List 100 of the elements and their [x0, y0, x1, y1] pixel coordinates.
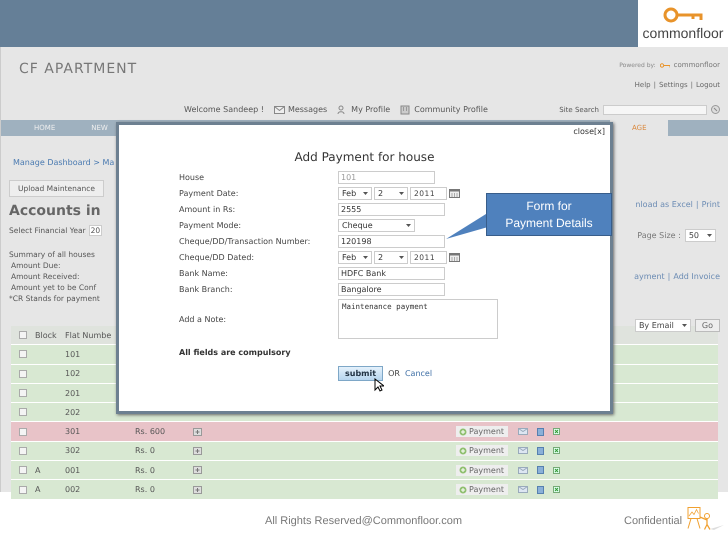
caret-icon	[399, 256, 404, 259]
dialog-title: Add Payment for house	[294, 150, 434, 164]
document-icon[interactable]	[537, 446, 544, 455]
field-label: Payment Mode:	[179, 221, 242, 230]
payment-button[interactable]: Payment	[456, 464, 508, 476]
document-icon[interactable]	[537, 466, 544, 474]
plus-box-icon[interactable]	[193, 466, 202, 474]
spreadsheet-icon[interactable]	[553, 428, 560, 436]
cancel-link[interactable]: Cancel	[404, 369, 432, 378]
logo-text: commonfloor	[642, 25, 724, 41]
envelope-icon[interactable]	[518, 486, 528, 494]
close-link[interactable]: close[x]	[573, 127, 605, 136]
go-button[interactable]: Go	[694, 319, 720, 332]
checkbox[interactable]	[19, 446, 27, 455]
copyright-text: All Rights Reserved@Commonfloor.com	[265, 515, 462, 527]
day-select[interactable]: 2	[374, 187, 408, 200]
checkbox[interactable]	[19, 370, 27, 378]
input-field[interactable]: 120198	[338, 235, 445, 248]
checkbox[interactable]	[19, 331, 27, 340]
field-label: Amount in Rs:	[179, 205, 236, 214]
submit-button[interactable]: submit	[338, 366, 384, 381]
plus-circle-icon	[459, 446, 467, 455]
caret-icon	[406, 224, 411, 227]
plus-box-icon[interactable]	[193, 446, 202, 455]
table-cell: Rs. 0	[135, 466, 155, 475]
spreadsheet-icon[interactable]	[553, 486, 560, 494]
page-size-select[interactable]: 50	[684, 229, 716, 242]
required-note: All fields are compulsory	[179, 348, 292, 357]
caret-icon	[363, 192, 368, 195]
input-field[interactable]: HDFC Bank	[338, 267, 445, 280]
plus-circle-icon	[459, 428, 467, 436]
calendar-icon[interactable]	[449, 253, 460, 262]
welcome-text: Welcome Sandeep !	[184, 105, 264, 114]
plus-box-icon[interactable]	[193, 486, 202, 494]
table-cell: 102	[65, 369, 80, 378]
table-cell: 301	[65, 427, 80, 436]
checkbox[interactable]	[19, 408, 27, 416]
field-label: Bank Branch:	[179, 285, 234, 294]
month-select[interactable]: Feb	[338, 251, 372, 264]
spreadsheet-icon[interactable]	[553, 447, 560, 454]
document-icon[interactable]	[537, 486, 544, 494]
field-label: Add a Note:	[179, 314, 228, 324]
user-link[interactable]: Community Profile	[400, 104, 488, 114]
spreadsheet-icon[interactable]	[553, 466, 560, 474]
field-label: Bank Name:	[179, 269, 229, 278]
checkbox[interactable]	[19, 466, 27, 474]
table-cell: Rs. 0	[135, 446, 155, 456]
payment-button[interactable]: Payment	[456, 445, 508, 456]
key-icon	[660, 62, 670, 68]
search-field[interactable]	[603, 104, 707, 114]
calendar-icon[interactable]	[449, 189, 460, 198]
envelope-icon[interactable]	[518, 466, 528, 474]
table-cell: 001	[65, 466, 80, 475]
table-cell: Rs. 600	[135, 427, 166, 436]
bulk-action-select[interactable]: By Email	[634, 319, 691, 332]
envelope-icon	[274, 104, 285, 114]
separator: |	[696, 200, 699, 209]
table-cell: 202	[65, 408, 80, 417]
checkbox[interactable]	[19, 486, 27, 494]
key-icon	[663, 7, 703, 23]
column-header: Block	[35, 330, 58, 340]
envelope-icon[interactable]	[518, 428, 528, 436]
input-field[interactable]: 2555	[338, 203, 445, 216]
or-text: OR	[388, 369, 400, 378]
building-icon	[400, 104, 412, 114]
column-header: Flat Numbe	[65, 330, 112, 340]
cursor-icon	[374, 378, 384, 392]
search-icon[interactable]	[711, 105, 720, 114]
select-field[interactable]: Cheque	[338, 219, 415, 232]
field-label: House	[179, 173, 206, 182]
page-size-label: Page Size :	[637, 231, 681, 240]
confidential-label: Confidential	[624, 515, 682, 527]
caret-icon	[363, 256, 368, 259]
checkbox[interactable]	[19, 350, 27, 358]
app-title: CF APARTMENT	[18, 61, 138, 79]
callout-pointer	[444, 213, 488, 241]
input-field[interactable]: Bangalore	[338, 283, 445, 296]
table-cell: A	[35, 466, 40, 475]
table-cell: Rs. 0	[135, 485, 155, 494]
checkbox[interactable]	[19, 389, 27, 398]
day-select[interactable]: 2	[374, 251, 408, 264]
plus-circle-icon	[459, 466, 467, 474]
field-label: Cheque/DD Dated:	[179, 253, 256, 262]
field-label: Cheque/DD/Transaction Number:	[179, 237, 312, 246]
document-icon[interactable]	[537, 428, 544, 436]
table-cell: 201	[65, 388, 80, 398]
table-cell: 101	[65, 350, 80, 359]
table-cell: 302	[65, 446, 80, 456]
payment-button[interactable]: Payment	[456, 426, 508, 438]
caret-icon	[707, 234, 712, 237]
field-label: Payment Date:	[179, 189, 240, 198]
user-link[interactable]: Messages	[274, 104, 328, 114]
payment-button[interactable]: Payment	[456, 484, 508, 496]
checkbox[interactable]	[19, 428, 27, 436]
month-select[interactable]: Feb	[338, 187, 372, 200]
user-link[interactable]: My Profile	[337, 104, 390, 114]
plus-box-icon[interactable]	[193, 428, 202, 436]
input-field: 101	[338, 171, 435, 184]
page-heading: Accounts in	[9, 203, 101, 219]
envelope-icon[interactable]	[518, 447, 528, 454]
